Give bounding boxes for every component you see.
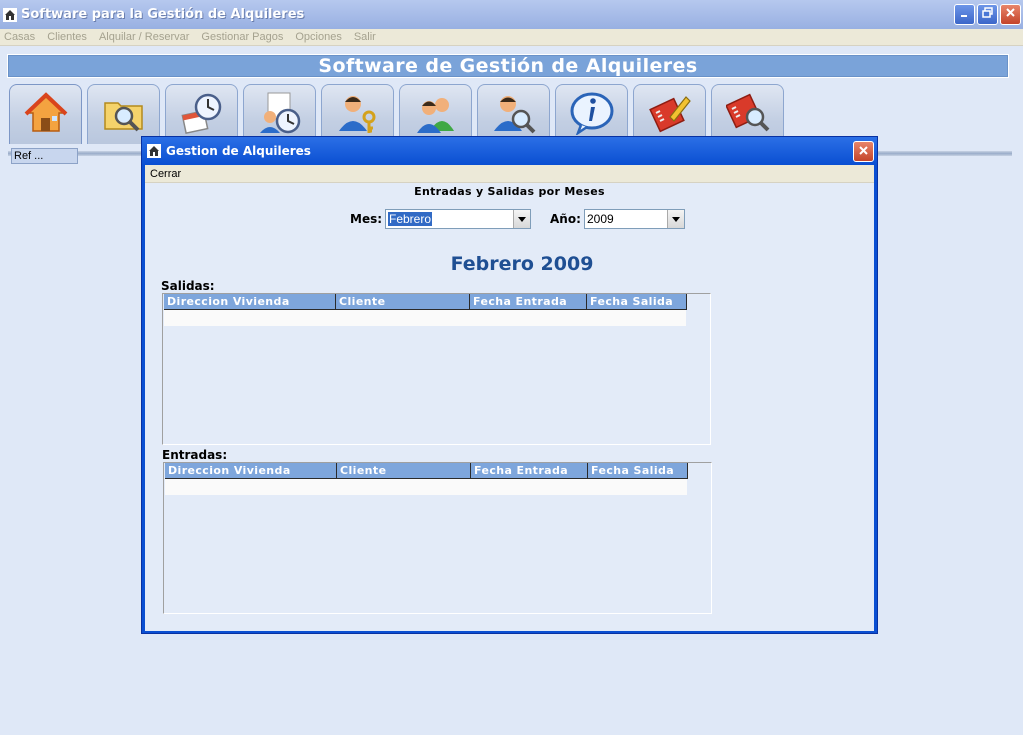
column-header[interactable]: Direccion Vivienda <box>165 463 337 479</box>
column-header[interactable]: Fecha Entrada <box>471 463 588 479</box>
column-header[interactable]: Fecha Salida <box>588 463 688 479</box>
restore-button[interactable] <box>977 4 998 25</box>
table-row[interactable] <box>165 479 687 495</box>
notebook-search-icon <box>724 91 770 138</box>
year-select-value: 2009 <box>587 212 614 226</box>
window-titlebar[interactable]: Software para la Gestión de Alquileres <box>0 0 1023 29</box>
menu-clientes[interactable]: Clientes <box>47 31 87 43</box>
month-label: Mes: <box>350 212 383 226</box>
toolbar-button-houses[interactable] <box>9 84 82 144</box>
toolbar-button-calendar[interactable] <box>165 84 238 144</box>
house-icon <box>24 91 68 138</box>
exits-table-header: Direccion Vivienda Cliente Fecha Entrada… <box>164 294 687 310</box>
person-clock-icon <box>258 91 302 138</box>
toolbar-button-person-search[interactable] <box>477 84 550 144</box>
dialog-title: Gestion de Alquileres <box>166 144 311 158</box>
exits-table[interactable]: Direccion Vivienda Cliente Fecha Entrada… <box>162 293 711 445</box>
dialog-window: Gestion de Alquileres Cerrar Entradas y … <box>141 136 878 634</box>
window-title: Software para la Gestión de Alquileres <box>21 7 305 22</box>
column-header[interactable]: Direccion Vivienda <box>164 294 336 310</box>
menu-cerrar[interactable]: Cerrar <box>150 168 181 180</box>
calendar-clock-icon <box>180 91 224 138</box>
minimize-button[interactable] <box>954 4 975 25</box>
ref-field[interactable]: Ref ... <box>11 148 78 164</box>
column-header[interactable]: Cliente <box>337 463 471 479</box>
entries-table[interactable]: Direccion Vivienda Cliente Fecha Entrada… <box>163 462 712 614</box>
dialog-titlebar[interactable]: Gestion de Alquileres <box>142 137 877 165</box>
notebook-edit-icon <box>648 91 692 138</box>
house-icon <box>2 7 17 22</box>
restore-icon <box>982 7 993 22</box>
month-select[interactable]: Febrero <box>385 209 531 229</box>
chevron-down-icon[interactable] <box>513 210 530 228</box>
toolbar-button-notebook-search[interactable] <box>711 84 784 144</box>
column-header[interactable]: Cliente <box>336 294 470 310</box>
menu-bar: Casas Clientes Alquilar / Reservar Gesti… <box>0 29 1023 46</box>
entries-table-header: Direccion Vivienda Cliente Fecha Entrada… <box>165 463 688 479</box>
people-icon <box>414 91 458 138</box>
dialog-body: Cerrar Entradas y Salidas por Meses Mes:… <box>145 165 874 631</box>
menu-alquilar-reservar[interactable]: Alquilar / Reservar <box>99 31 189 43</box>
toolbar-button-person-keys[interactable] <box>321 84 394 144</box>
person-search-icon <box>492 91 536 138</box>
toolbar-button-people[interactable] <box>399 84 472 144</box>
close-icon <box>858 145 869 159</box>
period-title: Febrero 2009 <box>450 253 594 275</box>
menu-opciones[interactable]: Opciones <box>295 31 341 43</box>
chevron-down-icon[interactable] <box>667 210 684 228</box>
dialog-subtitle: Entradas y Salidas por Meses <box>414 185 605 198</box>
year-select[interactable]: 2009 <box>584 209 685 229</box>
menu-casas[interactable]: Casas <box>4 31 35 43</box>
toolbar-button-person-clock[interactable] <box>243 84 316 144</box>
exits-label: Salidas: <box>161 279 215 293</box>
toolbar-button-notebook-edit[interactable] <box>633 84 706 144</box>
entries-label: Entradas: <box>162 448 228 462</box>
menu-salir[interactable]: Salir <box>354 31 376 43</box>
column-header[interactable]: Fecha Entrada <box>470 294 587 310</box>
dialog-menu-bar: Cerrar <box>145 165 874 183</box>
house-icon <box>146 143 162 159</box>
folder-search-icon <box>102 91 146 138</box>
app-banner: Software de Gestión de Alquileres <box>7 54 1009 78</box>
dialog-close-button[interactable] <box>853 141 874 162</box>
minimize-icon <box>960 7 970 22</box>
toolbar-button-folder-search[interactable] <box>87 84 160 144</box>
main-toolbar <box>9 84 789 144</box>
month-select-value: Febrero <box>388 212 433 226</box>
toolbar-button-info[interactable] <box>555 84 628 144</box>
close-button[interactable] <box>1000 4 1021 25</box>
banner-title: Software de Gestión de Alquileres <box>318 55 698 77</box>
column-header[interactable]: Fecha Salida <box>587 294 687 310</box>
person-keys-icon <box>336 91 380 138</box>
info-icon <box>569 91 615 138</box>
menu-gestionar-pagos[interactable]: Gestionar Pagos <box>201 31 283 43</box>
table-row[interactable] <box>164 310 686 326</box>
close-icon <box>1005 7 1016 22</box>
year-label: Año: <box>550 212 581 226</box>
